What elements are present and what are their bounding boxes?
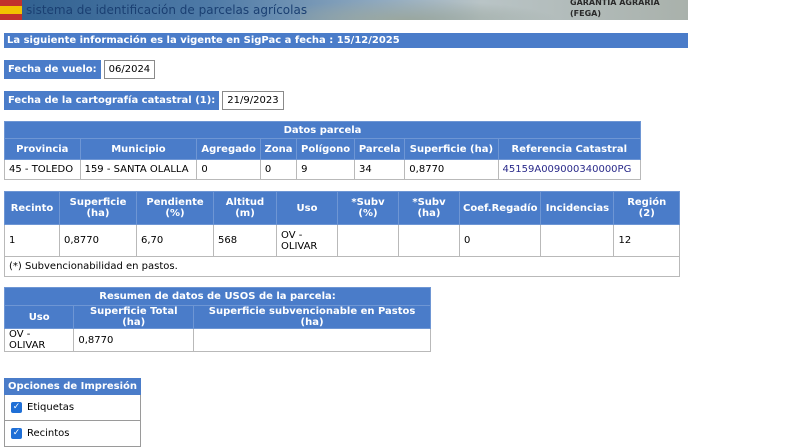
cell-subv-pct: [337, 224, 399, 257]
spain-flag-logo: [0, 0, 22, 20]
col-zona: Zona: [259, 138, 298, 160]
opciones-impresion-panel: Opciones de Impresión ✓ Etiquetas ✓ Reci…: [4, 378, 141, 447]
col-altitud: Altitud (m): [213, 191, 277, 225]
header-banner: sistema de identificación de parcelas ag…: [0, 0, 688, 20]
cell-incidencias: [540, 224, 615, 257]
col-coef-regadio: Coef.Regadío: [458, 191, 542, 225]
fecha-vuelo-row: Fecha de vuelo: 06/2024: [4, 60, 156, 79]
cell-altitud: 568: [213, 224, 277, 257]
cell-uso: OV - OLIVAR: [276, 224, 338, 257]
resumen-usos-title: Resumen de datos de USOS de la parcela:: [4, 287, 431, 306]
resumen-usos-table: Resumen de datos de USOS de la parcela: …: [3, 287, 431, 352]
cell-superficie-subvencionable: [193, 328, 431, 352]
col-region: Región (2): [613, 191, 680, 225]
col-poligono: Polígono: [296, 138, 356, 160]
col-incidencias: Incidencias: [540, 191, 615, 225]
subvencionabilidad-footnote: (*) Subvencionabilidad en pastos.: [4, 256, 680, 277]
fecha-cartografia-value: 21/9/2023: [222, 91, 284, 110]
cell-uso: OV - OLIVAR: [3, 328, 75, 352]
banner-landscape-image: [300, 0, 560, 20]
datos-parcela-table: Datos parcela Provincia Municipio Agrega…: [4, 121, 642, 180]
info-date-bar: La siguiente información es la vigente e…: [4, 33, 688, 48]
referencia-catastral-link[interactable]: 45159A009000340000PG: [497, 159, 642, 180]
checkbox-recintos[interactable]: ✓: [11, 428, 22, 439]
cell-parcela: 34: [354, 159, 406, 180]
fecha-vuelo-label: Fecha de vuelo:: [4, 60, 101, 79]
cell-municipio: 159 - SANTA OLALLA: [79, 159, 198, 180]
cell-provincia: 45 - TOLEDO: [4, 159, 81, 180]
col-subv-ha: *Subv (ha): [398, 191, 460, 225]
table-row: 45 - TOLEDO 159 - SANTA OLALLA 0 0 9 34 …: [4, 159, 642, 180]
fecha-vuelo-value: 06/2024: [103, 60, 156, 79]
cell-subv-ha: [398, 224, 460, 257]
cell-superficie: 0,8770: [404, 159, 499, 180]
col-provincia: Provincia: [4, 138, 81, 160]
col-superficie-ha: Superficie (ha): [59, 191, 137, 225]
cell-zona: 0: [259, 159, 298, 180]
col-superficie: Superficie (ha): [404, 138, 499, 160]
cell-region: 12: [613, 224, 680, 257]
option-etiquetas-label: Etiquetas: [27, 402, 75, 413]
datos-parcela-title: Datos parcela: [4, 121, 641, 139]
col-uso: Uso: [3, 305, 75, 329]
col-superficie-subvencionable: Superficie subvencionable en Pastos (ha): [193, 305, 431, 329]
cell-agregado: 0: [196, 159, 261, 180]
banner-subtitle: sistema de identificación de parcelas ag…: [26, 3, 308, 17]
cell-coef-regadio: 0: [458, 224, 542, 257]
col-pendiente: Pendiente (%): [136, 191, 214, 225]
banner-agency-line1: GARANTIA AGRARIA: [570, 0, 660, 7]
cell-superficie-ha: 0,8770: [59, 224, 137, 257]
checkbox-etiquetas[interactable]: ✓: [11, 402, 22, 413]
col-uso: Uso: [276, 191, 338, 225]
table-row: OV - OLIVAR 0,8770: [3, 328, 431, 352]
cell-poligono: 9: [296, 159, 356, 180]
recintos-table: Recinto Superficie (ha) Pendiente (%) Al…: [4, 191, 680, 277]
fecha-cartografia-row: Fecha de la cartografía catastral (1): 2…: [4, 91, 284, 110]
banner-agency-line2: (FEGA): [570, 9, 601, 18]
option-recintos-label: Recintos: [27, 428, 70, 439]
col-referencia-catastral: Referencia Catastral: [497, 138, 642, 160]
cell-pendiente: 6,70: [136, 224, 214, 257]
col-recinto: Recinto: [4, 191, 60, 225]
col-agregado: Agregado: [196, 138, 261, 160]
col-municipio: Municipio: [79, 138, 198, 160]
banner-agency-text: GARANTIA AGRARIA (FEGA): [570, 0, 660, 19]
col-subv-pct: *Subv (%): [337, 191, 399, 225]
opciones-impresion-title: Opciones de Impresión: [4, 378, 141, 395]
col-superficie-total: Superficie Total (ha): [73, 305, 195, 329]
cell-recinto: 1: [4, 224, 60, 257]
fecha-cartografia-label: Fecha de la cartografía catastral (1):: [4, 91, 220, 110]
table-row: 1 0,8770 6,70 568 OV - OLIVAR 0 12: [4, 224, 680, 257]
option-etiquetas[interactable]: ✓ Etiquetas: [4, 395, 141, 421]
col-parcela: Parcela: [354, 138, 406, 160]
option-recintos[interactable]: ✓ Recintos: [4, 421, 141, 447]
cell-superficie-total: 0,8770: [73, 328, 195, 352]
